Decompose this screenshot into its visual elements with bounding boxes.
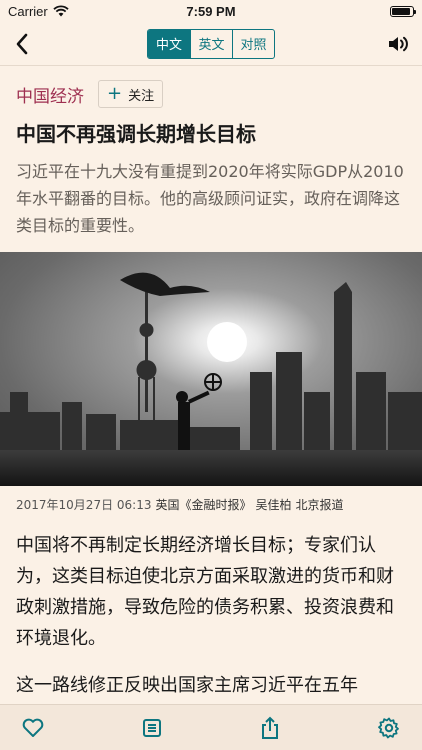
battery-fill [392, 7, 411, 15]
heart-icon [22, 718, 44, 737]
article-body: 中国将不再制定长期经济增长目标；专家们认为，这类目标迫使北京方面采取激进的货币和… [16, 530, 406, 704]
tab-bilingual[interactable]: 对照 [232, 29, 274, 58]
paragraph: 这一路线修正反映出国家主席习近平在五年 [16, 675, 358, 696]
status-right [390, 5, 416, 17]
paragraph: 中国将不再制定长期经济增长目标；专家们认为，这类目标迫使北京方面采取激进的货币和… [16, 535, 394, 649]
gear-icon [378, 717, 399, 738]
speaker-icon [389, 36, 408, 52]
settings-button[interactable] [376, 715, 402, 741]
headline: 中国不再强调长期增长目标 [16, 122, 256, 146]
follow-label: 关注 [128, 88, 155, 104]
audio-button[interactable] [384, 30, 412, 58]
bottom-toolbar [0, 704, 422, 750]
back-button[interactable] [8, 30, 36, 58]
article-photo [0, 252, 422, 486]
status-bar: Carrier 7:59 PM [0, 0, 422, 22]
status-time: 7:59 PM [186, 3, 236, 19]
location-label: 北京报道 [295, 498, 344, 512]
share-icon [262, 716, 279, 739]
source-label: 英国《金融时报》 [155, 498, 252, 512]
follow-button[interactable]: + 关注 [98, 80, 164, 108]
standfirst: 习近平在十九大没有重提到2020年将实际GDP从2010年水平翻番的目标。他的高… [16, 162, 404, 235]
share-button[interactable] [257, 715, 283, 741]
nav-bar: 中文 英文 对照 [0, 22, 422, 66]
list-button[interactable] [139, 715, 165, 741]
battery-icon [390, 5, 416, 17]
byline: 2017年10月27日 06:13 英国《金融时报》 吴佳柏 北京报道 [16, 496, 410, 513]
tab-english[interactable]: 英文 [190, 29, 232, 58]
list-icon [142, 718, 161, 737]
language-segmented-control: 中文 英文 对照 [147, 28, 275, 59]
topic-row: 中国经济 + 关注 [0, 66, 422, 108]
publish-date: 2017年10月27日 06:13 [16, 498, 152, 512]
chevron-left-icon [16, 33, 28, 55]
plus-icon: + [107, 83, 123, 104]
topic-label[interactable]: 中国经济 [16, 82, 84, 107]
author-name[interactable]: 吴佳柏 [256, 496, 292, 513]
tab-chinese[interactable]: 中文 [148, 29, 190, 58]
article-content[interactable]: 中国经济 + 关注 中国不再强调长期增长目标 习近平在十九大没有重提到2020年… [0, 66, 422, 704]
favorite-button[interactable] [20, 715, 46, 741]
